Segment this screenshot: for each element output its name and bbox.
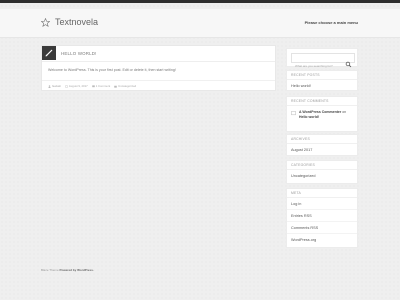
comment-post-link[interactable]: Hello world! xyxy=(299,115,319,119)
search-button[interactable] xyxy=(345,55,352,68)
widget-heading: ARCHIVES xyxy=(287,135,357,144)
category-link[interactable]: Uncategorized xyxy=(287,170,357,182)
pencil-icon xyxy=(42,46,56,60)
divider xyxy=(42,80,275,81)
meta-comments-rss-link[interactable]: Comments RSS xyxy=(287,222,357,234)
footer-powered-link[interactable]: Powered by WordPress. xyxy=(59,268,93,272)
meta-widget: META Log in Entries RSS Comments RSS Wor… xyxy=(286,188,358,248)
archive-link[interactable]: August 2017 xyxy=(287,144,357,156)
post-comments[interactable]: 1 Comment xyxy=(91,84,110,88)
recent-post-link[interactable]: Hello world! xyxy=(287,80,357,92)
site-header: Textnovela Please choose a main menu xyxy=(0,9,400,38)
widget-heading: RECENT COMMENTS xyxy=(287,97,357,106)
meta-login-link[interactable]: Log in xyxy=(287,198,357,210)
search-box xyxy=(291,53,355,70)
comment-author-link[interactable]: A WordPress Commenter xyxy=(299,110,341,114)
site-title[interactable]: Textnovela xyxy=(41,17,98,27)
user-icon xyxy=(48,84,51,88)
post-date[interactable]: August 9, 2017 xyxy=(64,84,88,88)
search-icon xyxy=(345,61,352,68)
recent-comment: A WordPress Commenter on Hello world! xyxy=(287,106,357,124)
footer: Blaze Theme Powered by WordPress. xyxy=(41,268,94,272)
widget-heading: RECENT POSTS xyxy=(287,71,357,80)
post-body: Welcome to WordPress. This is your first… xyxy=(48,68,176,72)
top-bar xyxy=(0,0,400,3)
post-card: HELLO WORLD! Welcome to WordPress. This … xyxy=(41,45,276,91)
divider xyxy=(42,61,275,62)
recent-posts-widget: RECENT POSTS Hello world! xyxy=(286,70,358,91)
search-widget xyxy=(286,48,358,70)
site-title-text[interactable]: Textnovela xyxy=(55,17,98,27)
meta-entries-rss-link[interactable]: Entries RSS xyxy=(287,210,357,222)
post-meta: faalsalt August 9, 2017 1 Comment Uncate… xyxy=(48,84,136,88)
meta-wordpress-link[interactable]: WordPress.org xyxy=(287,234,357,246)
comment-on-text: on xyxy=(342,110,347,114)
widget-heading: META xyxy=(287,189,357,198)
folder-icon xyxy=(114,85,117,88)
widget-heading: CATEGORIES xyxy=(287,161,357,170)
footer-theme-link[interactable]: Blaze Theme xyxy=(41,268,59,272)
star-icon xyxy=(41,17,50,27)
main-menu-placeholder[interactable]: Please choose a main menu xyxy=(305,20,358,25)
post-category[interactable]: Uncategorized xyxy=(114,84,136,88)
post-author[interactable]: faalsalt xyxy=(48,84,61,88)
recent-comments-widget: RECENT COMMENTS A WordPress Commenter on… xyxy=(286,96,358,132)
comment-icon xyxy=(291,111,296,116)
archives-widget: ARCHIVES August 2017 xyxy=(286,134,358,156)
search-input[interactable] xyxy=(292,62,344,70)
comment-icon xyxy=(91,84,95,87)
post-title[interactable]: HELLO WORLD! xyxy=(61,51,97,56)
clock-icon xyxy=(64,84,68,88)
categories-widget: CATEGORIES Uncategorized xyxy=(286,160,358,184)
